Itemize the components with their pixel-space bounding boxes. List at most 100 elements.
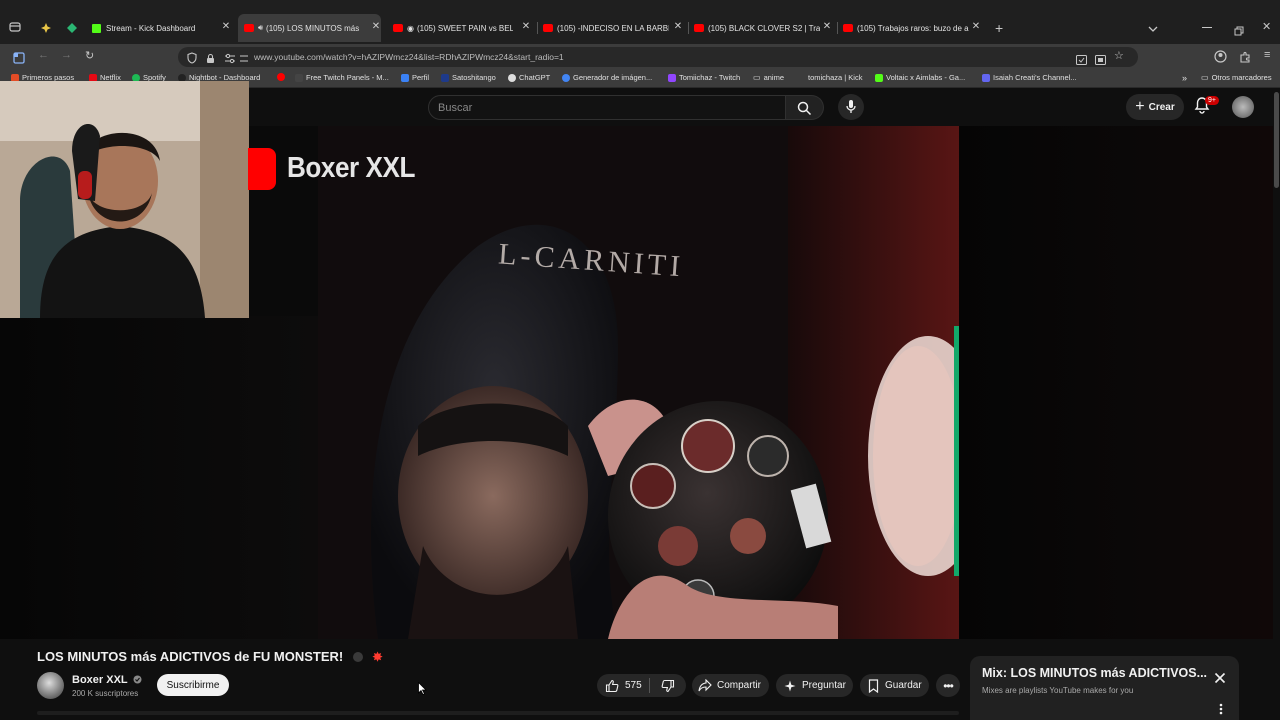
profile-icon[interactable] [1214,50,1227,68]
close-icon[interactable]: ✕ [371,21,381,32]
close-icon[interactable]: ✕ [822,21,832,32]
bookmark-item[interactable]: Generador de imágen... [562,73,652,82]
search-icon [797,101,812,116]
create-button[interactable]: + Crear [1126,94,1184,120]
close-icon[interactable]: ✕ [221,21,231,32]
browser-tab-active[interactable]: 🔊︎ (105) LOS MINUTOS más ADICTIVOS de FU… [238,14,381,42]
bookmark-item[interactable]: Tomiichaz - Twitch [668,73,740,82]
forward-icon[interactable]: → [61,49,72,61]
video-frame[interactable]: L-CARNITI [318,126,959,639]
channel-name[interactable]: Boxer XXL [72,674,142,686]
account-avatar[interactable] [1232,96,1254,118]
browser-tab[interactable]: ◉ (105) SWEET PAIN vs BELICO ✕ [393,16,531,40]
install-icon[interactable] [1076,52,1087,70]
url-text[interactable]: www.youtube.com/watch?v=hAZIPWmcz24&list… [254,52,564,62]
bookmark-folder[interactable]: ▭ anime [753,73,784,82]
bookmark-icon [868,678,879,693]
tab-separator [837,22,838,34]
bookmark-item[interactable]: Satoshitango [441,73,496,82]
plus-icon: + [1135,98,1145,115]
ask-button[interactable]: Preguntar [776,674,853,697]
scrollbar-thumb[interactable] [1274,92,1279,188]
bookmark-label: ChatGPT [519,73,551,82]
bookmark-item[interactable]: tomichaza | Kick [797,73,862,82]
verified-icon [133,675,141,684]
other-bookmarks[interactable]: ▭ Otros marcadores [1201,73,1272,82]
pinned-tab-icon[interactable] [40,21,52,39]
browser-tab[interactable]: Stream - Kick Dashboard ✕ [92,16,231,40]
reload-icon[interactable]: ↻ [85,49,94,62]
bookmark-item[interactable] [277,73,288,81]
site-settings-icon[interactable] [224,51,236,69]
tab-title: (105) BLACK CLOVER S2 | Trailer [708,23,820,33]
tab-title: Stream - Kick Dashboard [106,23,196,33]
notification-badge: 9+ [1205,96,1219,105]
menu-icon[interactable]: ≡ [1264,49,1270,61]
bookmark-item[interactable]: Isaiah Creati's Channel... [982,73,1077,82]
like-button[interactable]: 575 [597,674,649,697]
tab-title: (105) SWEET PAIN vs BELICO [416,23,513,33]
bookmark-label: anime [763,73,784,82]
tune-icon[interactable] [239,51,249,69]
lock-icon[interactable] [206,51,215,69]
new-tab-button[interactable]: + [995,20,1003,36]
browser-tab[interactable]: (105) Trabajos raros: buzo de agua ✕ [843,16,981,40]
bookmark-item[interactable]: Voltaic x Aimlabs - Ga... [875,73,965,82]
tab-search-icon[interactable] [1147,21,1159,39]
bookmark-favicon-icon [562,73,570,82]
close-icon[interactable] [1214,671,1226,689]
extensions-icon[interactable] [1239,50,1251,68]
sparkle-icon [784,680,796,691]
mix-title[interactable]: Mix: LOS MINUTOS más ADICTIVOS... [982,666,1207,680]
minimize-icon[interactable] [1202,27,1212,28]
more-vertical-icon[interactable] [1219,702,1223,720]
tab-actions-icon[interactable] [9,21,21,36]
folder-icon: ▭ [753,73,761,82]
ask-label: Preguntar [802,680,846,691]
share-button[interactable]: Compartir [692,674,769,697]
browser-tab[interactable]: (105) -INDECISO EN LA BARBERIA ✕ [543,16,683,40]
search-input[interactable]: Buscar [428,95,786,120]
shield-icon[interactable] [187,51,197,69]
browser-tab-strip: Stream - Kick Dashboard ✕ 🔊︎ (105) LOS M… [0,0,1280,44]
browser-tab[interactable]: (105) BLACK CLOVER S2 | Trailer ✕ [694,16,832,40]
dislike-button[interactable] [650,674,686,697]
voice-search-button[interactable] [838,94,864,120]
pinned-tab-icon[interactable] [66,21,78,39]
speaker-icon[interactable]: 🔊︎ [258,23,263,33]
bookmark-label: Generador de imágen... [573,73,653,82]
more-actions-button[interactable]: ••• [936,674,960,697]
bookmark-favicon-icon [508,73,516,82]
sidebar-icon[interactable] [13,51,25,69]
tab-title: (105) Trabajos raros: buzo de agua [857,23,969,33]
media-icon[interactable] [1095,52,1106,70]
bookmark-star-icon[interactable]: ☆ [1114,49,1124,62]
close-window-icon[interactable]: ✕ [1262,20,1271,33]
kick-icon [92,23,101,33]
microphone-icon [846,100,856,113]
address-bar[interactable]: www.youtube.com/watch?v=hAZIPWmcz24&list… [178,47,1138,67]
close-icon[interactable]: ✕ [521,21,531,32]
video-letterbox-right [959,126,1275,639]
subscribe-button[interactable]: Suscribirme [157,674,229,696]
close-icon[interactable]: ✕ [971,21,981,32]
search-button[interactable] [786,95,824,120]
page-scrollbar[interactable] [1273,88,1280,720]
more-bookmarks-icon[interactable]: » [1182,73,1187,83]
bookmark-item[interactable]: Free Twitch Panels - M... [295,73,389,82]
back-icon[interactable]: ← [38,49,49,61]
bookmark-favicon-icon [277,73,285,81]
mix-subtitle: Mixes are playlists YouTube makes for yo… [982,686,1134,695]
youtube-icon [694,24,704,32]
save-button[interactable]: Guardar [860,674,929,697]
close-icon[interactable]: ✕ [673,21,683,32]
bookmark-item[interactable]: Perfil [401,73,429,82]
bookmark-item[interactable]: ChatGPT [508,73,550,82]
restore-icon[interactable] [1234,23,1244,41]
channel-avatar[interactable] [37,672,64,699]
bookmark-favicon-icon [668,73,676,82]
bookmark-label: Isaiah Creati's Channel... [993,73,1077,82]
channel-watermark-logo [248,148,276,190]
bookmark-favicon-icon [797,73,805,82]
mouse-cursor-icon [418,681,427,700]
